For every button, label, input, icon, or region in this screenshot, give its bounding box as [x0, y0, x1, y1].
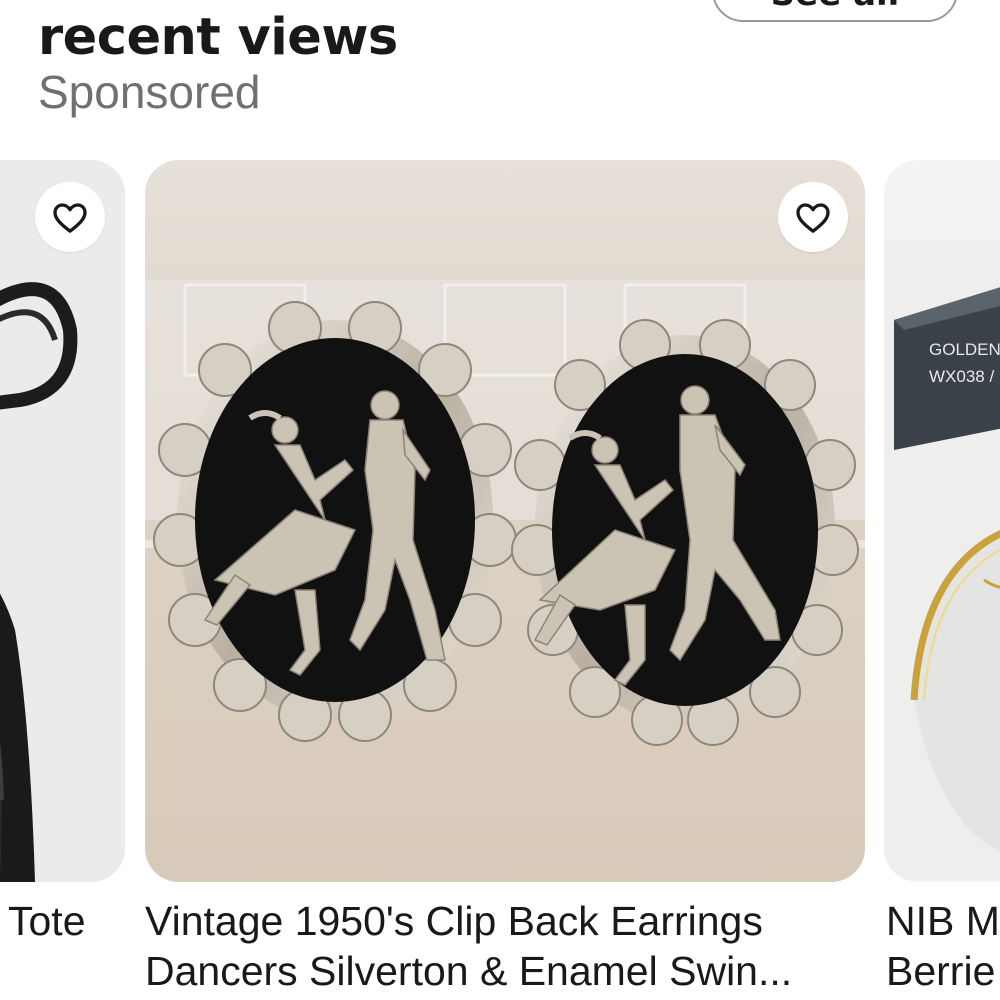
see-all-button[interactable]: See all	[712, 0, 958, 22]
favorite-button[interactable]	[35, 182, 105, 252]
listing-title-earrings[interactable]: Vintage 1950's Clip Back Earrings Dancer…	[145, 896, 865, 996]
listing-title-line: NIB M	[886, 898, 1000, 944]
sponsored-label: Sponsored	[38, 66, 261, 118]
boxed-gold-rim-dish-photo: GOLDEN WX038 /	[884, 160, 1000, 882]
listing-title-tote[interactable]: Tote	[8, 896, 123, 946]
listing-title-line: Vintage 1950's Clip Back Earrings	[145, 898, 763, 944]
heart-icon	[796, 203, 830, 233]
black-leather-tote-photo	[0, 160, 125, 882]
listing-title-right[interactable]: NIB M Berrie	[886, 896, 1000, 996]
listing-card-image-earrings[interactable]	[145, 160, 865, 882]
listing-title-line: Berrie	[886, 948, 996, 994]
box-label-line-2: WX038 /	[929, 367, 994, 386]
recent-views-carousel: See all recent views Sponsored	[0, 0, 1000, 1000]
dancer-earrings-photo	[145, 160, 865, 882]
favorite-button[interactable]	[778, 182, 848, 252]
listing-title-line: Dancers Silverton & Enamel Swin...	[145, 948, 793, 994]
listing-card-image-right[interactable]: GOLDEN WX038 /	[884, 160, 1000, 882]
see-all-label: See all	[771, 0, 900, 14]
heart-icon	[53, 203, 87, 233]
listing-card-image-tote[interactable]	[0, 160, 125, 882]
box-label-line-1: GOLDEN	[929, 340, 1000, 359]
listing-title-line: Tote	[8, 898, 86, 944]
section-title: recent views	[38, 8, 398, 67]
